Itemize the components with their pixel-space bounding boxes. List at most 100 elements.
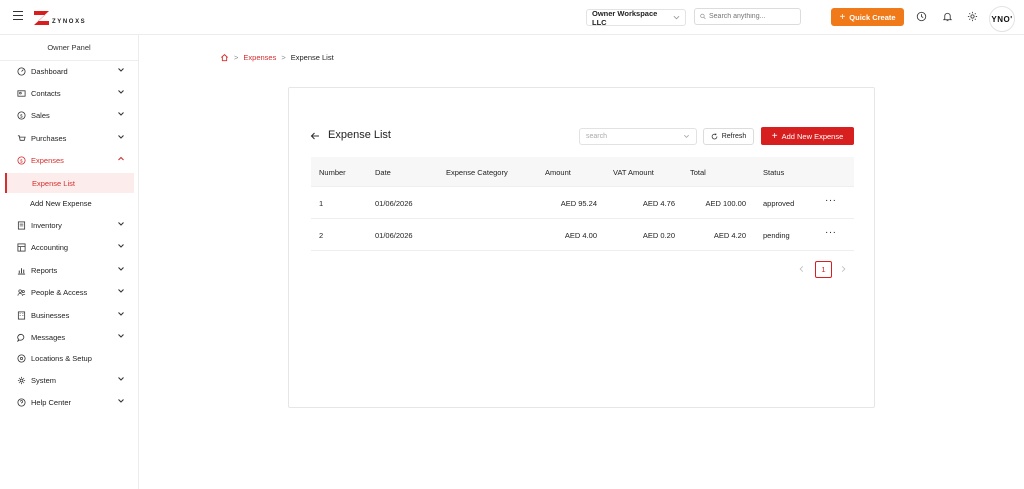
row-actions-more-icon[interactable]: ··· [825, 227, 837, 238]
quick-create-button[interactable]: + Quick Create [831, 8, 904, 26]
brand-logo[interactable]: ZYNOXS [33, 8, 86, 26]
cart-icon [17, 134, 26, 141]
chevron-down-icon [118, 377, 124, 381]
add-new-expense-button[interactable]: + Add New Expense [761, 127, 854, 145]
plus-icon: + [771, 130, 778, 142]
page-title: Expense List [328, 129, 391, 141]
sidebar-item-locations-setup[interactable]: Locations & Setup [0, 348, 138, 368]
refresh-button[interactable]: Refresh [703, 128, 754, 145]
column-header-expense-category[interactable]: Expense Category [446, 168, 508, 177]
sidebar-subitem-expense-list[interactable]: Expense List [5, 173, 134, 193]
sidebar-item-label: Expenses [31, 155, 64, 165]
sidebar-item-label: Businesses [31, 310, 70, 320]
chevron-down-icon [118, 267, 124, 271]
chevron-down-icon [118, 399, 124, 403]
filter-placeholder: search [586, 133, 608, 140]
cell-vat-amount: AED 4.76 [642, 199, 675, 208]
row-actions-more-icon[interactable]: ··· [825, 195, 837, 206]
accounting-icon [17, 242, 26, 252]
chevron-down-icon [118, 112, 124, 116]
bar-chart-icon [17, 267, 26, 275]
sidebar-item-businesses[interactable]: Businesses [0, 305, 138, 325]
chevron-down-icon [118, 68, 124, 72]
expense-list-card: Expense List search Refresh + Add New Ex… [288, 87, 875, 408]
back-arrow-icon[interactable] [310, 131, 320, 141]
svg-text:$: $ [20, 158, 23, 164]
gear-icon [17, 376, 26, 384]
breadcrumb-separator: > [281, 53, 286, 62]
table-row[interactable]: 1 01/06/2026 AED 95.24 AED 4.76 AED 100.… [311, 187, 854, 219]
panel-title: Owner Panel [0, 35, 138, 61]
contacts-icon [17, 89, 26, 97]
breadcrumb: > Expenses > Expense List [220, 53, 334, 62]
column-header-vat-amount[interactable]: VAT Amount [613, 168, 654, 177]
sidebar-item-people-access[interactable]: People & Access [0, 282, 138, 302]
pagination-next-icon[interactable] [840, 265, 847, 273]
sidebar-item-system[interactable]: System [0, 370, 138, 390]
sidebar-item-label: Contacts [31, 88, 61, 98]
sidebar-subitem-add-new-expense[interactable]: Add New Expense [0, 193, 138, 213]
column-header-date[interactable]: Date [375, 168, 391, 177]
column-header-amount[interactable]: Amount [545, 168, 571, 177]
sidebar-item-help-center[interactable]: Help Center [0, 392, 138, 412]
chevron-down-icon [118, 312, 124, 316]
chevron-down-icon [118, 90, 124, 94]
sidebar-item-reports[interactable]: Reports [0, 260, 138, 280]
cell-date: 01/06/2026 [375, 199, 413, 208]
home-icon[interactable] [220, 53, 229, 62]
sidebar-item-label: System [31, 375, 57, 385]
column-header-total[interactable]: Total [690, 168, 706, 177]
history-icon[interactable] [916, 11, 927, 22]
chevron-down-icon [118, 244, 124, 248]
sidebar-subitem-label: Expense List [32, 178, 75, 188]
chevron-down-icon [118, 334, 124, 338]
sidebar-item-messages[interactable]: Messages [0, 327, 138, 347]
pagination-prev-icon[interactable] [798, 265, 805, 273]
chevron-down-icon [118, 289, 124, 293]
chevron-up-icon [118, 156, 124, 161]
workspace-selector[interactable]: Owner Workspace LLC [586, 9, 686, 27]
cell-date: 01/06/2026 [375, 231, 413, 240]
sidebar-item-inventory[interactable]: Inventory [0, 215, 138, 235]
sidebar-item-label: Inventory [31, 220, 62, 230]
menu-icon[interactable] [13, 11, 23, 20]
chat-icon [17, 333, 25, 342]
sidebar-item-label: Purchases [31, 133, 67, 143]
sidebar-item-purchases[interactable]: Purchases [0, 128, 138, 148]
chevron-down-icon [684, 134, 689, 138]
sidebar-subitem-label: Add New Expense [30, 198, 92, 208]
pagination-page-current[interactable]: 1 [815, 261, 832, 278]
sidebar-item-label: Sales [31, 110, 50, 120]
avatar[interactable]: YNO' [989, 6, 1015, 32]
sidebar-item-label: People & Access [31, 287, 88, 297]
table-header: Number Date Expense Category Amount VAT … [311, 157, 854, 187]
quick-create-label: Quick Create [849, 12, 896, 22]
inventory-icon [17, 220, 26, 230]
sidebar-item-dashboard[interactable]: Dashboard [0, 61, 138, 81]
sidebar-item-contacts[interactable]: Contacts [0, 83, 138, 103]
refresh-icon [711, 133, 718, 140]
global-search-input[interactable] [709, 13, 795, 20]
chevron-down-icon [118, 135, 124, 139]
svg-text:$: $ [20, 113, 23, 119]
sidebar-item-accounting[interactable]: Accounting [0, 237, 138, 257]
dashboard-icon [17, 66, 26, 76]
cell-amount: AED 4.00 [564, 231, 597, 240]
expense-filter-select[interactable]: search [579, 128, 697, 145]
people-icon [17, 288, 26, 296]
column-header-status[interactable]: Status [763, 168, 784, 177]
bell-icon[interactable] [942, 11, 953, 22]
table-row[interactable]: 2 01/06/2026 AED 4.00 AED 0.20 AED 4.20 … [311, 219, 854, 251]
sidebar-item-label: Help Center [31, 397, 72, 407]
sidebar-item-expenses[interactable]: $ Expenses [0, 150, 138, 170]
global-search[interactable] [694, 8, 801, 25]
sales-icon: $ [17, 110, 26, 120]
sidebar-item-sales[interactable]: $ Sales [0, 105, 138, 125]
sidebar-item-label: Dashboard [31, 66, 68, 76]
refresh-label: Refresh [721, 133, 747, 140]
gear-icon[interactable] [967, 11, 978, 22]
breadcrumb-current: Expense List [290, 53, 334, 62]
sidebar-item-label: Reports [31, 265, 58, 275]
breadcrumb-expenses[interactable]: Expenses [243, 53, 276, 62]
column-header-number[interactable]: Number [319, 168, 346, 177]
